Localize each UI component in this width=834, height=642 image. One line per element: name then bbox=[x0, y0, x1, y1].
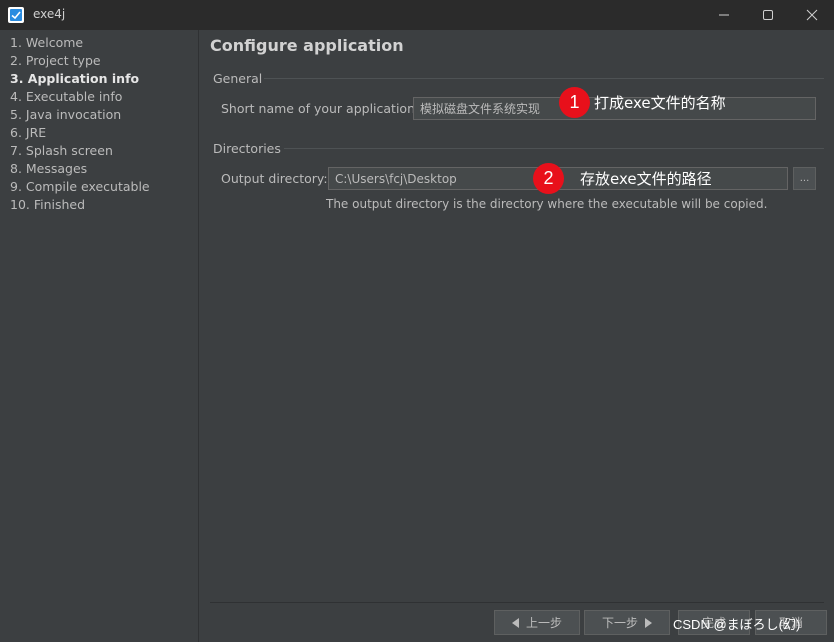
close-icon[interactable] bbox=[790, 0, 834, 30]
step-project-type[interactable]: 2. Project type bbox=[10, 53, 101, 68]
step-java-invocation[interactable]: 5. Java invocation bbox=[10, 107, 121, 122]
annotation-badge-2: 2 bbox=[533, 163, 564, 194]
step-welcome[interactable]: 1. Welcome bbox=[10, 35, 83, 50]
maximize-icon[interactable] bbox=[746, 0, 790, 30]
annotation-badge-1: 1 bbox=[559, 87, 590, 118]
general-section-divider bbox=[264, 78, 824, 79]
back-button[interactable]: 上一步 bbox=[494, 610, 580, 635]
step-splash-screen[interactable]: 7. Splash screen bbox=[10, 143, 113, 158]
annotation-text-1: 打成exe文件的名称 bbox=[594, 94, 726, 112]
general-section-label: General bbox=[213, 71, 263, 86]
button-bar-divider bbox=[210, 602, 824, 603]
next-button-label: 下一步 bbox=[601, 616, 638, 630]
back-button-label: 上一步 bbox=[525, 616, 562, 630]
csdn-watermark: CSDN @まぼろし(幻) bbox=[673, 617, 801, 632]
step-jre[interactable]: 6. JRE bbox=[10, 125, 46, 140]
step-application-info[interactable]: 3. Application info bbox=[10, 71, 139, 86]
output-directory-hint: The output directory is the directory wh… bbox=[326, 197, 768, 211]
step-executable-info[interactable]: 4. Executable info bbox=[10, 89, 122, 104]
directories-section-divider bbox=[284, 148, 824, 149]
minimize-icon[interactable] bbox=[702, 0, 746, 30]
output-directory-label: Output directory: bbox=[221, 171, 328, 186]
page-title: Configure application bbox=[210, 36, 404, 55]
step-compile-executable[interactable]: 9. Compile executable bbox=[10, 179, 150, 194]
exe4j-app-icon bbox=[8, 7, 24, 23]
browse-button[interactable]: ... bbox=[793, 167, 816, 190]
directories-section-label: Directories bbox=[213, 141, 281, 156]
window-title: exe4j bbox=[33, 7, 66, 21]
annotation-text-2: 存放exe文件的路径 bbox=[580, 170, 712, 188]
title-bar: exe4j bbox=[0, 0, 834, 30]
wizard-steps-sidebar: 1. Welcome 2. Project type 3. Applicatio… bbox=[0, 30, 199, 642]
next-button[interactable]: 下一步 bbox=[584, 610, 670, 635]
main-panel: Configure application General Short name… bbox=[200, 30, 834, 642]
step-finished[interactable]: 10. Finished bbox=[10, 197, 85, 212]
step-messages[interactable]: 8. Messages bbox=[10, 161, 87, 176]
triangle-left-icon bbox=[511, 617, 519, 628]
triangle-right-icon bbox=[645, 617, 652, 628]
short-name-label: Short name of your application: bbox=[221, 101, 420, 116]
